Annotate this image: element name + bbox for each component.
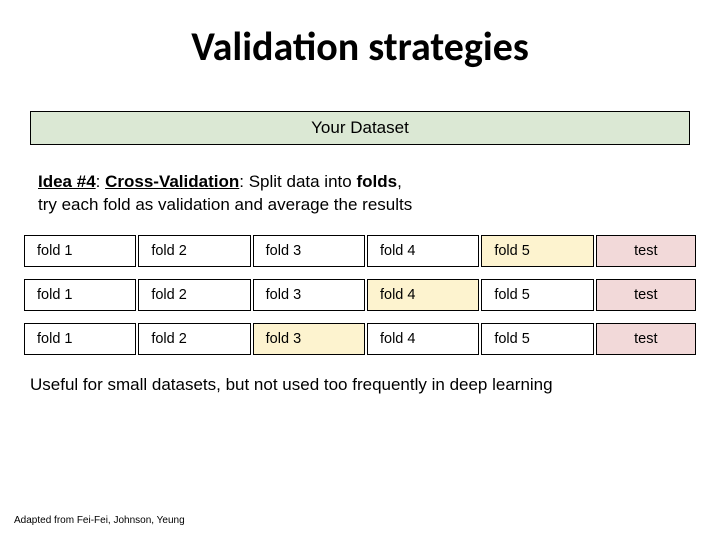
- fold-cell: fold 5: [481, 235, 593, 267]
- fold-cell: fold 3: [253, 323, 365, 355]
- fold-rows: fold 1fold 2fold 3fold 4fold 5testfold 1…: [24, 235, 696, 355]
- test-cell: test: [596, 279, 696, 311]
- fold-cell: fold 4: [367, 279, 479, 311]
- idea-label: Idea #4: [38, 172, 96, 191]
- fold-cell: fold 1: [24, 323, 136, 355]
- test-cell: test: [596, 323, 696, 355]
- fold-cell: fold 4: [367, 323, 479, 355]
- fold-cell: fold 4: [367, 235, 479, 267]
- note-text: Useful for small datasets, but not used …: [30, 375, 690, 395]
- fold-cell: fold 1: [24, 235, 136, 267]
- fold-cell: fold 5: [481, 279, 593, 311]
- fold-cell: fold 1: [24, 279, 136, 311]
- fold-cell: fold 3: [253, 235, 365, 267]
- idea-text: Idea #4: Cross-Validation: Split data in…: [38, 171, 682, 217]
- fold-row: fold 1fold 2fold 3fold 4fold 5test: [24, 279, 696, 311]
- idea-desc-b: ,: [397, 172, 402, 191]
- fold-row: fold 1fold 2fold 3fold 4fold 5test: [24, 323, 696, 355]
- dataset-box: Your Dataset: [30, 111, 690, 145]
- idea-name: Cross-Validation: [105, 172, 239, 191]
- slide-title: Validation strategies: [0, 0, 720, 93]
- fold-cell: fold 5: [481, 323, 593, 355]
- fold-cell: fold 2: [138, 279, 250, 311]
- fold-cell: fold 3: [253, 279, 365, 311]
- idea-desc-a: Split data into: [249, 172, 357, 191]
- fold-cell: fold 2: [138, 235, 250, 267]
- fold-cell: fold 2: [138, 323, 250, 355]
- credit-text: Adapted from Fei-Fei, Johnson, Yeung: [14, 515, 185, 526]
- idea-desc-line2: try each fold as validation and average …: [38, 195, 412, 214]
- idea-desc-bold: folds: [356, 172, 397, 191]
- fold-row: fold 1fold 2fold 3fold 4fold 5test: [24, 235, 696, 267]
- test-cell: test: [596, 235, 696, 267]
